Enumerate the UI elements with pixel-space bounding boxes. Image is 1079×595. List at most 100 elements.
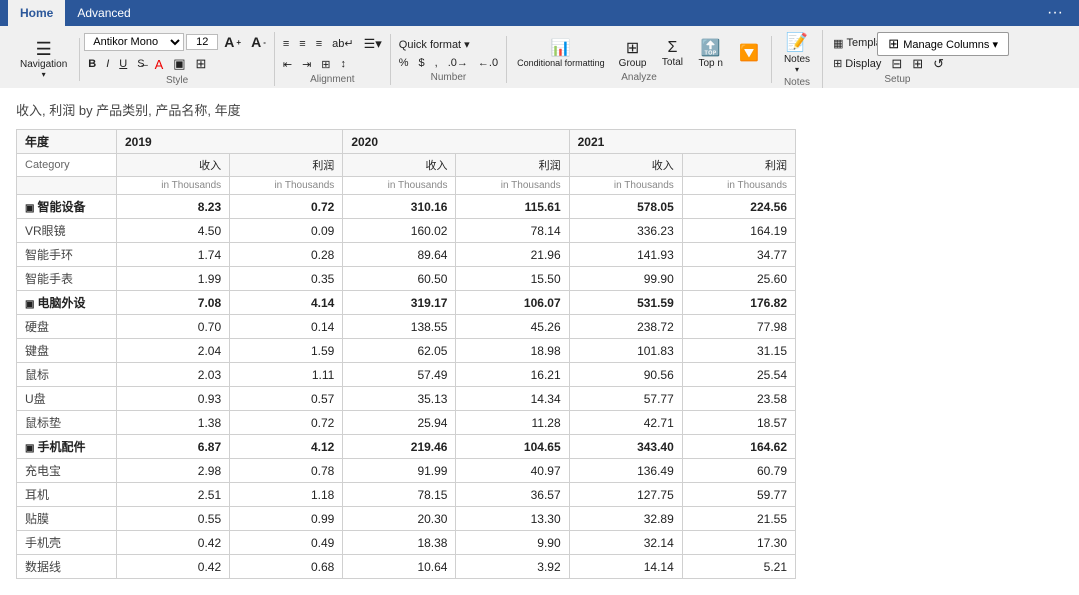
tab-advanced[interactable]: Advanced [65,2,142,24]
total-cell-2-2: 219.46 [343,435,456,459]
font-shrink-button[interactable]: A- [247,32,270,52]
text-direction-button[interactable]: ↕ [337,56,351,72]
item-cell-2-2-4: 32.89 [569,507,682,531]
conditional-formatting-button[interactable]: 📊 Conditional formatting [511,36,611,70]
layout-btn2[interactable]: ⊞ [908,55,927,73]
item-cell-2-1-5: 59.77 [682,483,795,507]
strikethrough-button[interactable]: S̶ [133,56,148,72]
navigation-button[interactable]: ☰ Navigation ▾ [14,38,73,81]
category-row-2: ▣手机配件 [17,435,117,459]
item-cell-2-2-3: 13.30 [456,507,569,531]
col-header-revenue-2021: 收入 [569,154,682,177]
filter-icon: 🔽 [739,43,759,63]
item-cell-2-3-5: 17.30 [682,531,795,555]
item-cell-1-3-1: 0.57 [230,387,343,411]
indent-left-button[interactable]: ⇤ [279,56,296,73]
setup-label: Setup [829,74,966,85]
item-cell-1-1-2: 62.05 [343,339,456,363]
align-right-button[interactable]: ≡ [312,36,326,52]
wrap-text-button[interactable]: ab↵ [328,35,357,52]
borders-button[interactable]: ⊞ [192,54,211,74]
separator-button[interactable]: , [431,55,442,71]
item-row-2-0: 充电宝 [17,459,117,483]
item-row-1-1: 键盘 [17,339,117,363]
notes-button[interactable]: 📝 Notes ▾ [778,30,816,76]
merge-button[interactable]: ⊞ [317,56,334,73]
item-cell-2-3-0: 0.42 [117,531,230,555]
font-family-select[interactable]: Antikor Mono [84,33,184,51]
more-options-icon[interactable]: ··· [1039,4,1071,22]
item-cell-2-4-1: 0.68 [230,555,343,579]
topn-button[interactable]: 🔝 Top n [692,36,728,71]
layout-btn1[interactable]: ⊟ [887,55,906,73]
dollar-button[interactable]: $ [415,55,429,71]
layout-btn3[interactable]: ↺ [929,55,948,73]
total-cell-0-5: 224.56 [682,195,795,219]
item-cell-2-1-2: 78.15 [343,483,456,507]
item-cell-1-3-5: 23.58 [682,387,795,411]
item-row-1-2: 鼠标 [17,363,117,387]
item-cell-1-3-2: 35.13 [343,387,456,411]
total-cell-2-4: 343.40 [569,435,682,459]
total-cell-1-4: 531.59 [569,291,682,315]
font-size-input[interactable] [186,34,218,50]
total-cell-0-0: 8.23 [117,195,230,219]
page-title: 收入, 利润 by 产品类别, 产品名称, 年度 [16,100,1063,119]
style-label: Style [84,75,270,86]
total-cell-1-1: 4.14 [230,291,343,315]
quick-format-button[interactable]: Quick format ▾ [395,36,474,53]
item-cell-1-1-1: 1.59 [230,339,343,363]
italic-button[interactable]: I [102,56,113,72]
item-cell-1-0-1: 0.14 [230,315,343,339]
item-cell-2-3-1: 0.49 [230,531,343,555]
align-center-button[interactable]: ≡ [295,36,309,52]
percent-button[interactable]: % [395,55,413,71]
item-cell-1-4-4: 42.71 [569,411,682,435]
total-cell-0-1: 0.72 [230,195,343,219]
align-left-button[interactable]: ≡ [279,36,293,52]
font-grow-button[interactable]: A+ [220,32,245,52]
item-cell-1-2-2: 57.49 [343,363,456,387]
underline-button[interactable]: U [115,56,131,72]
total-button[interactable]: Σ Total [654,37,690,70]
item-cell-0-0-3: 78.14 [456,219,569,243]
indent-right-button[interactable]: ⇥ [298,56,315,73]
display-button[interactable]: ⊞ Display [829,56,885,71]
item-cell-0-1-3: 21.96 [456,243,569,267]
item-cell-1-4-3: 11.28 [456,411,569,435]
filter-button[interactable]: 🔽 [731,41,767,65]
list-button[interactable]: ☰▾ [360,34,386,54]
item-row-0-2: 智能手表 [17,267,117,291]
tab-home[interactable]: Home [8,0,65,26]
item-cell-1-1-5: 31.15 [682,339,795,363]
year-2019-header: 2019 [117,130,343,154]
item-cell-0-0-5: 164.19 [682,219,795,243]
item-cell-0-0-2: 160.02 [343,219,456,243]
category-header: Category [17,154,117,177]
item-cell-1-0-5: 77.98 [682,315,795,339]
col-header-profit-2019: 利润 [230,154,343,177]
item-cell-1-0-4: 238.72 [569,315,682,339]
highlight-button[interactable]: ▣ [169,54,189,74]
bold-button[interactable]: B [84,56,100,72]
item-cell-2-4-4: 14.14 [569,555,682,579]
decrease-decimal-button[interactable]: .0→ [444,55,472,71]
total-cell-1-0: 7.08 [117,291,230,315]
category-row-0: ▣智能设备 [17,195,117,219]
item-cell-0-2-0: 1.99 [117,267,230,291]
item-cell-1-4-2: 25.94 [343,411,456,435]
item-cell-2-4-0: 0.42 [117,555,230,579]
total-cell-2-1: 4.12 [230,435,343,459]
increase-decimal-button[interactable]: ←.0 [474,55,502,71]
item-cell-2-2-1: 0.99 [230,507,343,531]
item-cell-2-0-0: 2.98 [117,459,230,483]
notes-section-label: Notes [784,77,810,88]
manage-columns-button[interactable]: ⊞ Manage Columns ▾ [877,32,1009,56]
topn-icon: 🔝 [701,38,721,58]
group-button[interactable]: ⊞ Group [613,36,653,71]
item-cell-0-2-4: 99.90 [569,267,682,291]
item-row-0-1: 智能手环 [17,243,117,267]
font-color-button[interactable]: A [151,55,168,74]
item-cell-2-3-2: 18.38 [343,531,456,555]
total-cell-2-5: 164.62 [682,435,795,459]
